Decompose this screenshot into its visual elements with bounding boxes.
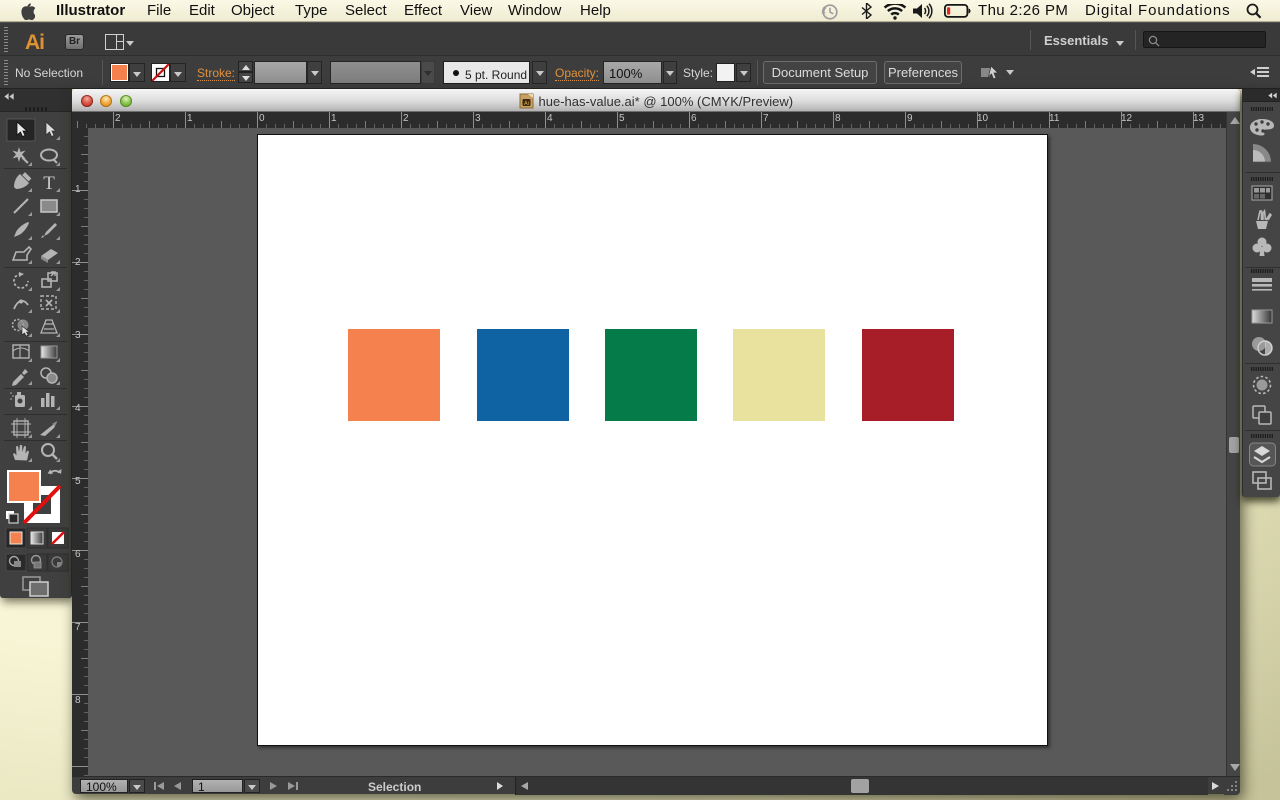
- svg-text:Ai: Ai: [524, 101, 529, 107]
- svg-text:T: T: [43, 173, 55, 194]
